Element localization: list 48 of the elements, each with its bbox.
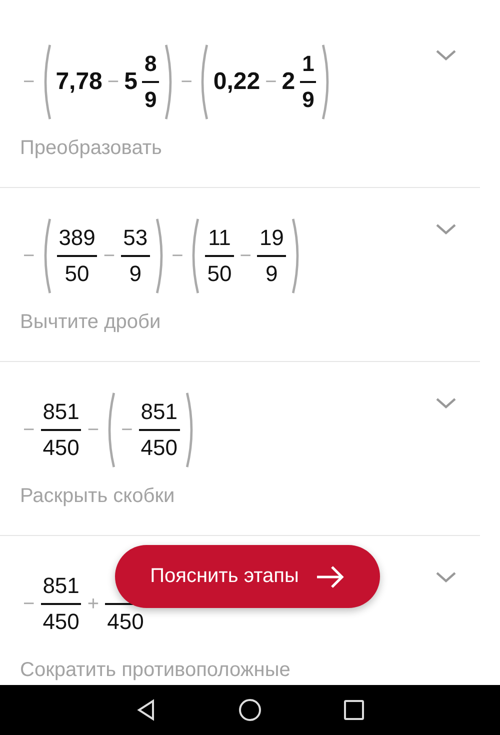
operator-sign: − (180, 70, 192, 94)
step-description: Преобразовать (20, 137, 163, 160)
operator-sign: − (23, 70, 35, 94)
numerator: 851 (140, 398, 178, 426)
operator-sign: − (240, 244, 252, 268)
operator-sign: − (23, 418, 35, 442)
math-number: 5 (124, 68, 138, 96)
denominator: 450 (42, 608, 80, 636)
denominator: 450 (106, 608, 145, 636)
numerator: 1 (301, 50, 316, 78)
operator-sign: − (265, 70, 277, 94)
arrow-right-icon (314, 564, 345, 588)
denominator: 9 (143, 86, 158, 114)
numerator: 8 (143, 50, 158, 78)
denominator: 450 (42, 434, 80, 462)
operator-sign: − (87, 418, 100, 442)
chevron-down-icon[interactable] (435, 49, 457, 61)
step-description: Сократить противоположные (20, 659, 292, 682)
math-number: 0,22 (213, 68, 260, 96)
operator-sign: − (103, 244, 116, 268)
numerator: 851 (42, 572, 80, 600)
math-number: 2 (282, 68, 296, 96)
step-description: Вычтите дроби (20, 311, 162, 334)
denominator: 50 (206, 260, 233, 288)
operator-sign: − (172, 244, 184, 268)
operator-sign: − (107, 70, 120, 94)
numerator: 11 (207, 224, 232, 252)
math-number: 7,78 (56, 68, 102, 96)
operator-sign: − (23, 244, 35, 268)
numerator: 389 (58, 224, 96, 252)
step-description: Раскрыть скобки (20, 485, 176, 508)
numerator: 53 (122, 224, 149, 252)
denominator: 9 (301, 86, 316, 114)
operator-sign: − (121, 418, 133, 442)
denominator: 9 (264, 260, 279, 288)
operator-sign: + (87, 592, 100, 616)
recent-apps-icon[interactable] (342, 698, 366, 722)
chevron-down-icon[interactable] (435, 223, 457, 235)
denominator: 450 (140, 434, 178, 462)
explain-steps-button[interactable]: Пояснить этапы (115, 545, 380, 608)
chevron-down-icon[interactable] (435, 397, 457, 409)
operator-sign: − (23, 592, 35, 616)
denominator: 9 (128, 260, 142, 288)
home-icon[interactable] (238, 698, 262, 722)
numerator: 851 (42, 398, 80, 426)
denominator: 50 (64, 260, 90, 288)
chevron-down-icon[interactable] (435, 571, 457, 583)
numerator: 19 (258, 224, 285, 252)
